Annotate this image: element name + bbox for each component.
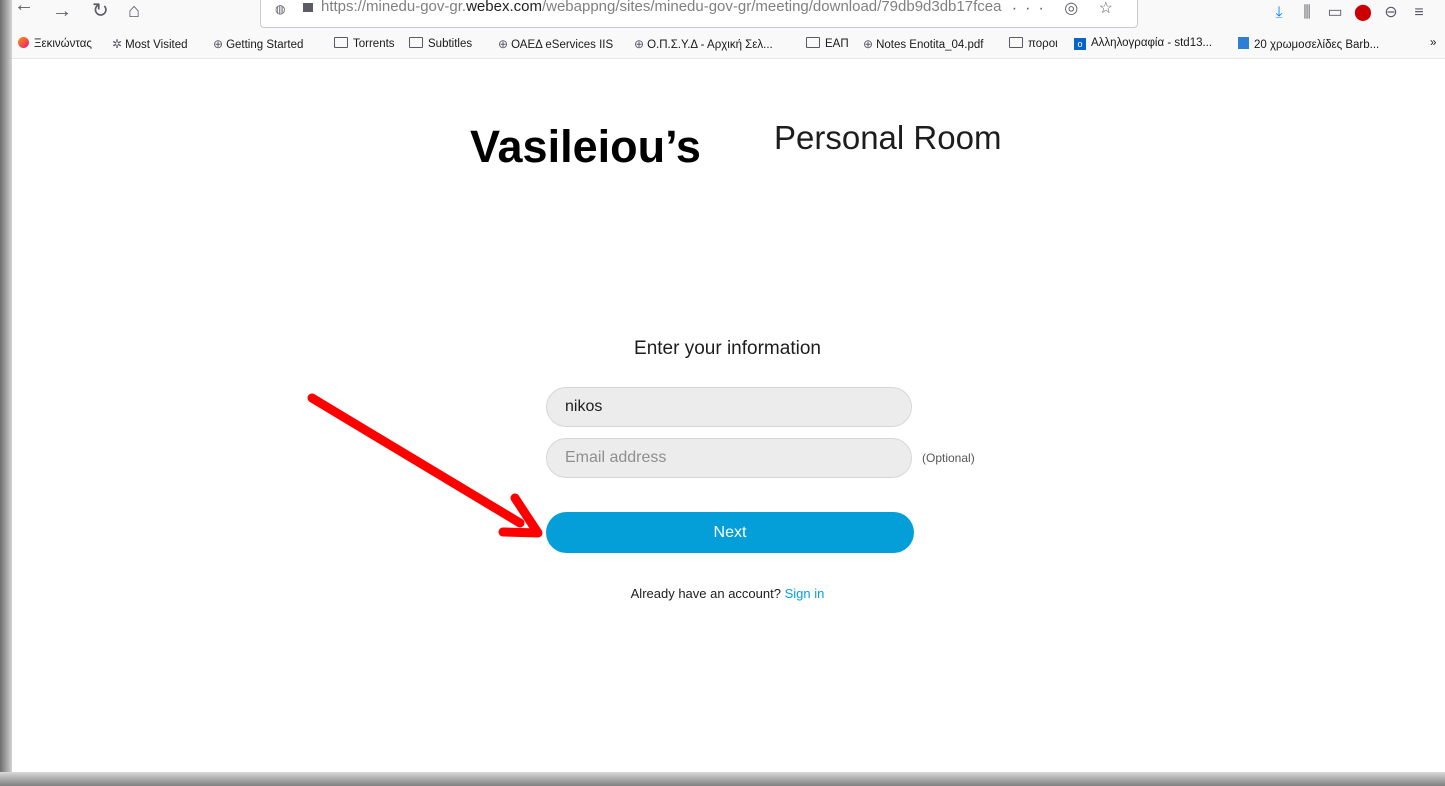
left-edge-shadow xyxy=(0,0,12,786)
annotation-arrow-icon xyxy=(307,393,543,538)
browser-window: ← → ↻ ⌂ ◍ https://minedu-gov-gr.webex.co… xyxy=(10,0,1445,786)
bottom-edge-shadow xyxy=(0,772,1445,786)
